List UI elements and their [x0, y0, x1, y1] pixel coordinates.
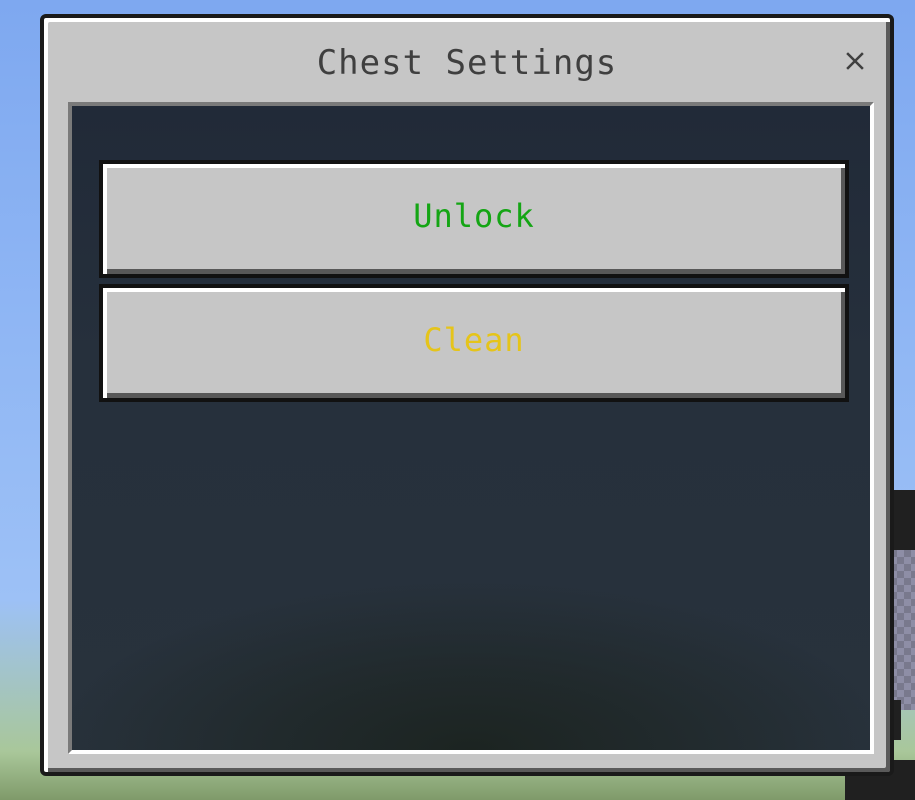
settings-panel: Unlock Clean	[68, 102, 874, 754]
close-icon	[846, 52, 864, 70]
chest-settings-dialog: Chest Settings Unlock Clean	[40, 14, 894, 776]
unlock-button[interactable]: Unlock	[99, 160, 849, 278]
title-bar: Chest Settings	[44, 18, 890, 102]
dialog-title: Chest Settings	[316, 43, 618, 83]
clean-button-label: Clean	[423, 321, 525, 359]
unlock-button-label: Unlock	[413, 197, 535, 235]
clean-button[interactable]: Clean	[99, 284, 849, 402]
close-button[interactable]	[842, 48, 868, 74]
